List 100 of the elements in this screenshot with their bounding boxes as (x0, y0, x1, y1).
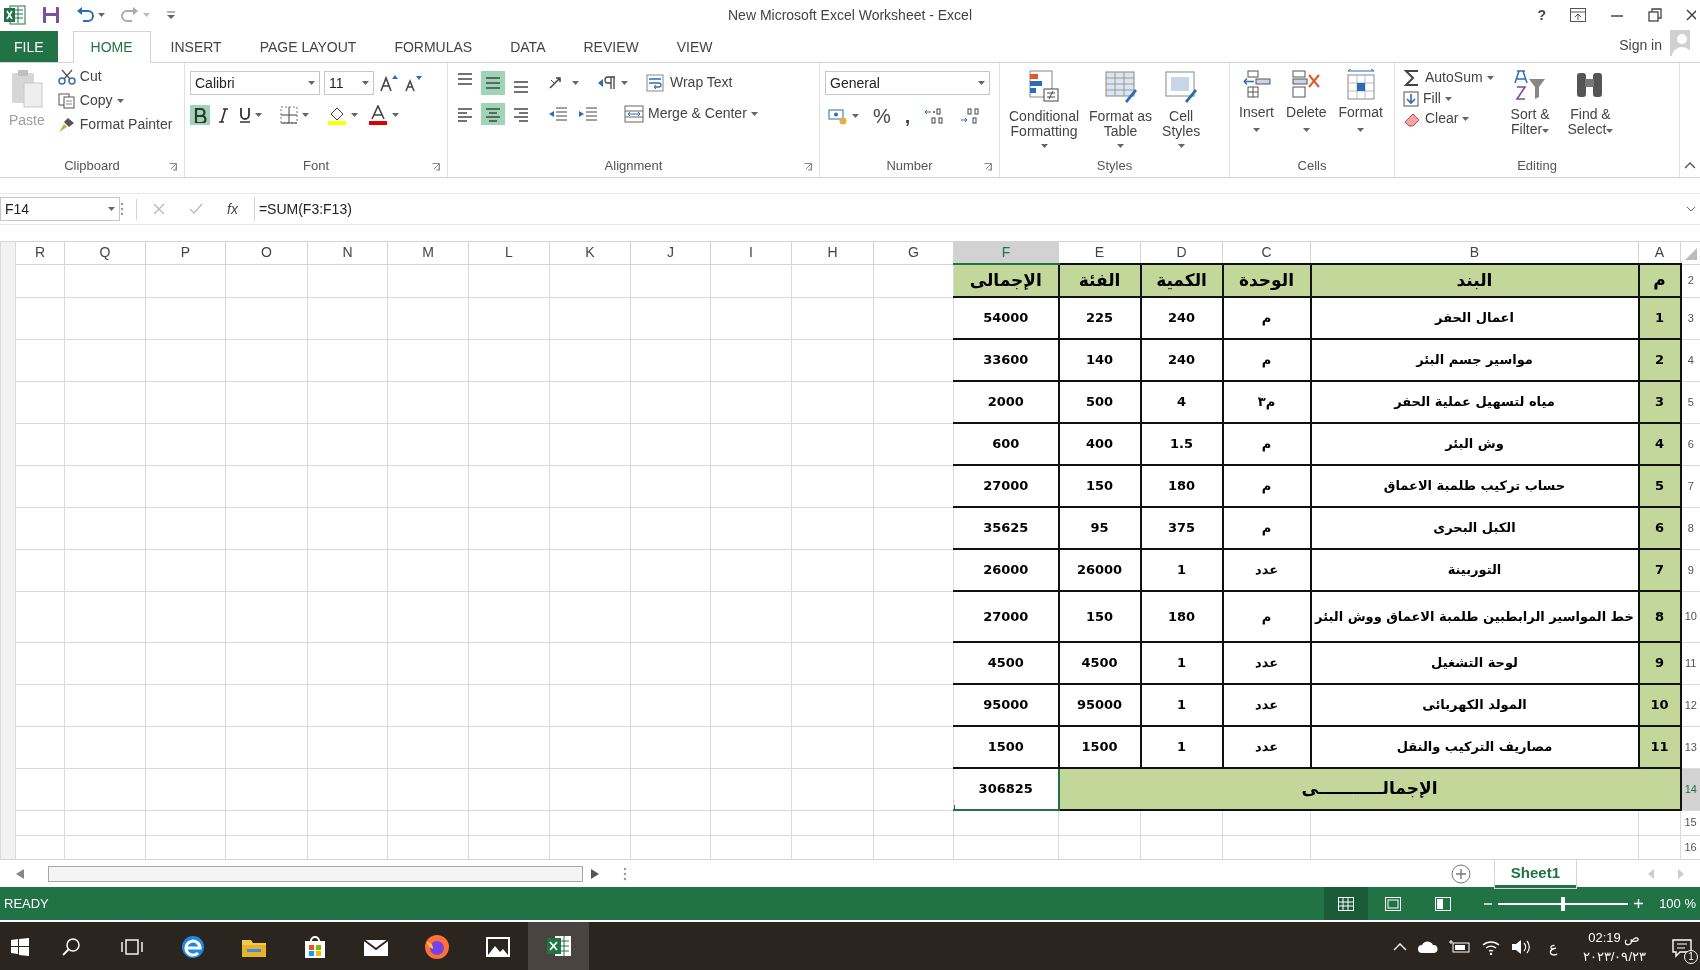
horizontal-scrollbar[interactable] (48, 865, 583, 882)
table-cell: م (1222, 297, 1311, 339)
column-header[interactable]: H (791, 241, 874, 264)
styles-gallery-button[interactable]: Conditional Formatting (1005, 67, 1084, 155)
normal-view-icon[interactable] (1338, 896, 1355, 911)
help-button[interactable]: ? (1537, 4, 1546, 26)
merge-center-button[interactable]: Merge & Center (621, 103, 761, 125)
format-painter-button[interactable]: Format Painter (54, 115, 176, 135)
dialog-launcher-icon[interactable] (169, 163, 177, 171)
input-language[interactable]: ع (1540, 936, 1565, 958)
font-name-dropdown[interactable]: Calibri (190, 71, 320, 95)
shrink-font-icon[interactable] (402, 73, 422, 93)
format-cells-button[interactable]: Format (1334, 67, 1387, 155)
cut-button[interactable]: Cut (54, 67, 176, 87)
name-box[interactable]: F14 (0, 197, 120, 221)
ribbon-tab[interactable]: PAGE LAYOUT (241, 31, 375, 62)
ribbon-display-icon[interactable] (1570, 8, 1586, 22)
table-cell: 225 (1058, 297, 1141, 339)
volume-icon[interactable] (1510, 939, 1531, 955)
borders-button[interactable] (277, 104, 312, 126)
spreadsheet-app-icon[interactable] (545, 934, 572, 958)
column-header[interactable]: J (630, 241, 711, 264)
table-cell: 2 (1638, 339, 1681, 381)
sheet-tab[interactable]: Sheet1 (1494, 860, 1576, 888)
column-header[interactable]: K (549, 241, 631, 264)
fox-browser-icon[interactable] (423, 934, 450, 960)
enter-check-icon[interactable] (189, 203, 203, 215)
column-header[interactable]: R (15, 241, 65, 264)
collapse-ribbon-icon[interactable] (1684, 161, 1696, 169)
dialog-launcher-icon[interactable] (984, 163, 992, 171)
column-header[interactable]: F (953, 241, 1059, 264)
copy-button[interactable]: Copy (54, 91, 176, 111)
windows-start-icon[interactable] (11, 938, 29, 956)
close-icon[interactable] (1686, 8, 1696, 22)
bold-button[interactable] (190, 105, 210, 125)
page-break-view-icon[interactable] (1435, 896, 1452, 911)
column-header[interactable]: Q (64, 241, 146, 264)
insert-cells-button[interactable]: Insert (1235, 67, 1278, 155)
font-size-dropdown[interactable]: 11 (324, 71, 374, 95)
percent-style-button[interactable]: % (870, 103, 894, 129)
scroll-right-icon[interactable] (591, 868, 599, 879)
expand-formula-icon[interactable] (1686, 206, 1696, 212)
dialog-launcher-icon[interactable] (804, 163, 812, 171)
column-header[interactable]: G (873, 241, 954, 264)
maximize-icon[interactable] (1648, 8, 1662, 22)
column-header[interactable]: L (468, 241, 550, 264)
show-hidden-icons-icon[interactable] (1392, 943, 1407, 951)
add-sheet-icon[interactable] (1450, 863, 1471, 884)
table-cell: 240 (1140, 339, 1223, 381)
delete-cells-button[interactable]: Delete (1282, 67, 1331, 155)
column-header[interactable]: O (225, 241, 308, 264)
column-header[interactable]: P (145, 241, 226, 264)
column-header[interactable]: I (710, 241, 792, 264)
task-view-icon[interactable] (120, 938, 143, 956)
fill-button[interactable]: Fill (1400, 89, 1497, 109)
find-select-button[interactable]: Find & Select (1563, 67, 1618, 155)
sort-filter-button[interactable]: Sort & Filter (1506, 67, 1554, 155)
ribbon-tab[interactable]: HOME (72, 31, 151, 63)
ribbon-tab[interactable]: VIEW (658, 31, 731, 62)
page-layout-view-icon[interactable] (1385, 896, 1402, 911)
browser-icon[interactable] (180, 935, 205, 959)
scroll-left-icon[interactable] (16, 868, 24, 879)
customize-icon[interactable] (166, 10, 176, 20)
align-center-button[interactable] (481, 103, 505, 125)
group-label: Editing (1517, 157, 1557, 175)
insert-function-button[interactable]: fx (227, 198, 238, 220)
photos-icon[interactable] (484, 936, 511, 958)
comma-style-button[interactable]: , (901, 103, 914, 129)
autosum-button[interactable]: AutoSum (1400, 67, 1497, 89)
undo-icon[interactable] (76, 7, 94, 23)
clear-button[interactable]: Clear (1400, 109, 1497, 129)
search-icon[interactable] (61, 938, 80, 956)
ribbon-tab[interactable]: FORMULAS (376, 31, 491, 62)
wifi-icon[interactable] (1480, 939, 1501, 955)
grow-font-icon[interactable] (378, 73, 398, 93)
column-header[interactable]: M (387, 241, 469, 264)
file-tab[interactable]: FILE (0, 31, 58, 62)
wrap-text-button[interactable]: Wrap Text (643, 72, 736, 94)
slider-thumb[interactable] (1561, 896, 1566, 911)
zoom-level-text[interactable]: 100 % (1659, 893, 1700, 914)
number-format-dropdown[interactable]: General (825, 71, 990, 95)
mail-icon[interactable] (362, 937, 389, 957)
column-header[interactable]: N (307, 241, 388, 264)
ribbon-tab[interactable]: DATA (492, 31, 564, 62)
taskbar-clock[interactable]: ص 02:19 ٢٠٢٣/٠٩/٢٣ (1574, 927, 1654, 967)
ribbon-tab[interactable]: REVIEW (565, 31, 657, 62)
store-bag-icon[interactable] (302, 935, 327, 959)
zoom-in-icon[interactable] (1634, 899, 1644, 908)
align-middle-button[interactable] (481, 71, 505, 95)
sign-in-link[interactable]: Sign in (1619, 35, 1662, 56)
table-cell: 2000 (953, 381, 1059, 423)
dialog-launcher-icon[interactable] (432, 163, 440, 171)
ribbon-tab[interactable]: INSERT (152, 31, 240, 62)
styles-gallery-button[interactable]: Cell Styles (1158, 67, 1205, 155)
battery-icon[interactable] (1448, 940, 1471, 954)
cloud-icon[interactable] (1416, 940, 1439, 954)
styles-gallery-button[interactable]: Format as Table (1085, 67, 1157, 155)
table-cell[interactable]: 306825 (953, 768, 1059, 810)
notification-icon[interactable] (1672, 937, 1692, 958)
column-header[interactable]: B (1310, 241, 1639, 264)
